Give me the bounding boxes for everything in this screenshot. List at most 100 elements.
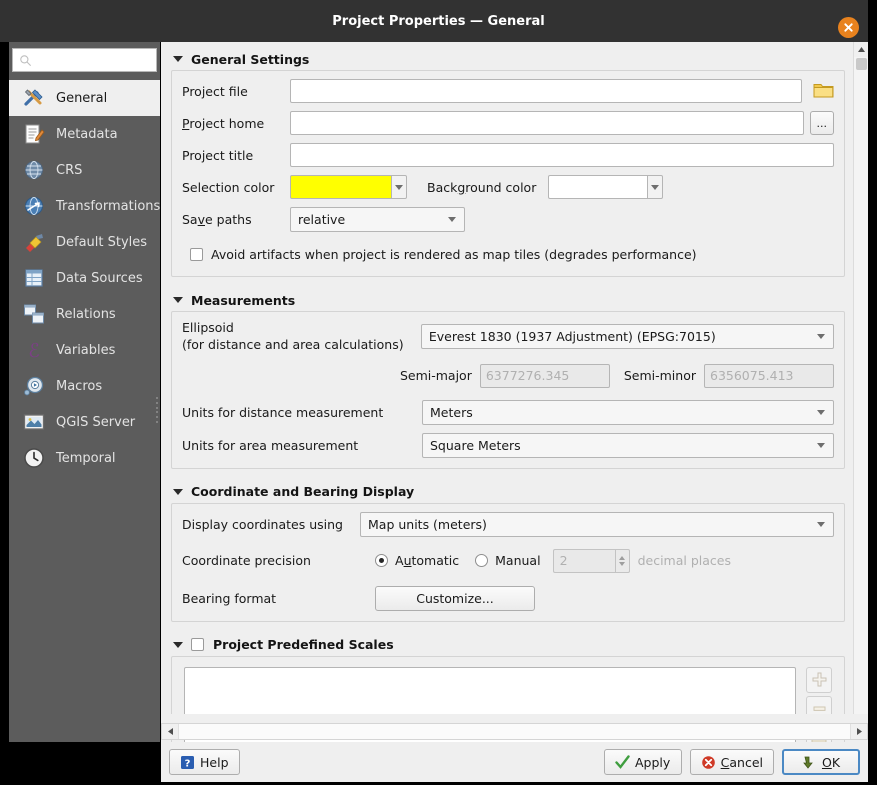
selection-color-dropdown[interactable] xyxy=(392,175,407,199)
sidebar-item-temporal[interactable]: Temporal xyxy=(9,440,160,476)
project-home-input[interactable] xyxy=(290,111,804,135)
section-header-coordinate-display[interactable]: Coordinate and Bearing Display xyxy=(171,481,845,503)
sidebar-item-label: Variables xyxy=(56,342,116,358)
cancel-button-label: Cancel xyxy=(720,754,763,770)
chevron-down-icon xyxy=(651,184,660,190)
collapse-triangle-icon xyxy=(173,56,183,62)
ok-button[interactable]: OK xyxy=(782,749,860,775)
sidebar-item-relations[interactable]: Relations xyxy=(9,296,160,332)
section-body-measurements: Ellipsoid (for distance and area calcula… xyxy=(171,311,845,469)
sidebar-item-default-styles[interactable]: Default Styles xyxy=(9,224,160,260)
save-paths-label: Save paths xyxy=(182,212,252,227)
sidebar-item-qgis-server[interactable]: QGIS Server xyxy=(9,404,160,440)
sidebar-item-variables[interactable]: ℰ Variables xyxy=(9,332,160,368)
project-title-row: Project title xyxy=(182,143,834,167)
close-icon[interactable] xyxy=(838,17,859,38)
area-units-combo[interactable]: Square Meters xyxy=(422,432,834,458)
search-box[interactable] xyxy=(12,48,157,72)
project-home-browse-button[interactable]: ... xyxy=(809,111,834,135)
sidebar-item-transformations[interactable]: Transformations xyxy=(9,188,160,224)
precision-manual-radio[interactable] xyxy=(475,554,489,568)
distance-units-combo[interactable]: Meters xyxy=(422,399,834,425)
document-pencil-icon xyxy=(25,124,45,144)
bearing-format-label: Bearing format xyxy=(182,590,277,606)
svg-text:?: ? xyxy=(185,758,191,769)
add-scale-button[interactable] xyxy=(806,666,832,693)
sidebar-item-crs[interactable]: CRS xyxy=(9,152,160,188)
sidebar-item-label: Default Styles xyxy=(56,234,148,250)
section-header-predefined-scales[interactable]: Project Predefined Scales xyxy=(171,634,845,656)
scroll-left-icon[interactable] xyxy=(162,724,178,739)
window-frame-right xyxy=(868,0,877,785)
scroll-right-icon[interactable] xyxy=(851,724,867,739)
project-file-input[interactable] xyxy=(290,79,802,103)
collapse-triangle-icon xyxy=(173,297,183,303)
background-color-swatch xyxy=(548,175,649,199)
section-body-coordinate-display: Display coordinates using Map units (met… xyxy=(171,502,845,622)
content-horizontal-scrollbar[interactable] xyxy=(161,723,868,740)
save-paths-combo[interactable]: relative xyxy=(290,207,465,232)
two-tables-icon xyxy=(24,304,44,324)
sidebar-item-label: General xyxy=(56,90,108,106)
avoid-artifacts-checkbox[interactable] xyxy=(190,247,203,261)
section-title: Project Predefined Scales xyxy=(213,637,394,653)
cancel-button[interactable]: Cancel xyxy=(689,749,774,775)
section-body-general-settings: Project file Project home ... Project ti… xyxy=(171,70,845,277)
search-input[interactable] xyxy=(32,50,147,70)
sidebar-item-label: Relations xyxy=(56,306,116,322)
area-units-row: Units for area measurement Square Meters xyxy=(182,432,834,458)
bearing-format-row: Bearing format Customize... xyxy=(182,585,834,611)
section-header-measurements[interactable]: Measurements xyxy=(171,289,845,311)
ellipsoid-value: Everest 1830 (1937 Adjustment) (EPSG:701… xyxy=(428,329,716,345)
sidebar-item-label: Macros xyxy=(56,378,103,394)
decimal-places-stepper[interactable]: 2 xyxy=(552,548,630,573)
section-title: Measurements xyxy=(191,292,296,308)
scroll-up-icon[interactable] xyxy=(854,42,868,57)
sidebar-item-label: QGIS Server xyxy=(56,414,136,430)
area-units-label: Units for area measurement xyxy=(182,437,359,453)
sidebar-nav-list: General Metadata CRS Transformations Def… xyxy=(9,80,160,476)
apply-button[interactable]: Apply xyxy=(603,749,682,775)
sidebar-item-data-sources[interactable]: Data Sources xyxy=(9,260,160,296)
project-file-browse-button[interactable] xyxy=(813,81,834,102)
sidebar-item-metadata[interactable]: Metadata xyxy=(9,116,160,152)
semi-major-input xyxy=(479,363,610,388)
display-coordinates-combo[interactable]: Map units (meters) xyxy=(360,511,834,537)
window-frame-left xyxy=(0,42,9,785)
colors-row: Selection color Background color xyxy=(182,175,834,199)
window-frame-bottom-left xyxy=(0,742,161,785)
section-title: Coordinate and Bearing Display xyxy=(191,484,415,500)
sidebar-splitter-handle[interactable] xyxy=(155,397,159,423)
decimal-places-suffix: decimal places xyxy=(637,553,731,569)
selection-color-label: Selection color xyxy=(182,179,275,195)
precision-automatic-radio[interactable] xyxy=(375,554,388,568)
content-pane: General Settings Project file Project ho… xyxy=(161,42,868,742)
selection-color-button[interactable] xyxy=(290,175,407,199)
coordinate-precision-row: Coordinate precision Automatic Manual 2 … xyxy=(182,548,834,573)
decimal-places-spin-buttons[interactable] xyxy=(614,548,630,573)
background-color-dropdown[interactable] xyxy=(648,175,664,199)
background-color-label: Background color xyxy=(427,179,537,195)
collapse-triangle-icon xyxy=(173,488,183,495)
clock-icon xyxy=(24,448,44,468)
project-home-label: Project home xyxy=(182,115,265,131)
help-button[interactable]: ? Help xyxy=(169,749,240,775)
project-title-input[interactable] xyxy=(290,143,834,167)
sidebar-item-general[interactable]: General xyxy=(9,80,160,116)
semi-minor-input xyxy=(704,363,834,388)
vertical-scroll-thumb[interactable] xyxy=(856,58,867,70)
server-map-icon xyxy=(23,414,45,430)
sidebar-item-macros[interactable]: Macros xyxy=(9,368,160,404)
horizontal-scroll-thumb[interactable] xyxy=(178,724,851,739)
predefined-scales-checkbox[interactable] xyxy=(191,638,204,652)
content-vertical-scrollbar[interactable] xyxy=(853,42,868,730)
bearing-customize-button[interactable]: Customize... xyxy=(375,585,535,611)
section-header-general-settings[interactable]: General Settings xyxy=(171,48,845,70)
area-units-value: Square Meters xyxy=(430,437,521,453)
precision-automatic-label: Automatic xyxy=(395,553,460,569)
background-color-button[interactable] xyxy=(548,175,664,199)
ellipsoid-combo[interactable]: Everest 1830 (1937 Adjustment) (EPSG:701… xyxy=(420,324,834,350)
display-coordinates-row: Display coordinates using Map units (met… xyxy=(182,511,834,537)
ellipsoid-row: Ellipsoid (for distance and area calcula… xyxy=(182,320,834,354)
collapse-triangle-icon xyxy=(173,641,183,648)
